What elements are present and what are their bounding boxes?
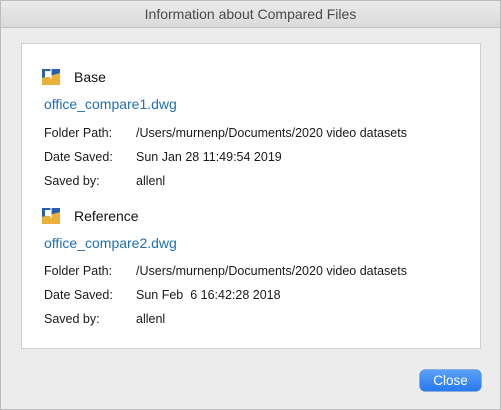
reference-section-header: Reference — [42, 206, 139, 226]
reference-file-link[interactable]: office_compare2.dwg — [44, 235, 177, 251]
close-button[interactable]: Close — [420, 370, 481, 391]
folder-path-value: /Users/murnenp/Documents/2020 video data… — [136, 264, 407, 278]
saved-by-value: allenl — [136, 312, 166, 326]
reference-folder-row: Folder Path: /Users/murnenp/Documents/202… — [44, 263, 407, 279]
saved-by-label: Saved by: — [44, 174, 100, 188]
window-title: Information about Compared Files — [1, 1, 500, 28]
saved-by-label: Saved by: — [44, 312, 100, 326]
base-heading: Base — [74, 69, 106, 85]
base-file-link[interactable]: office_compare1.dwg — [44, 96, 177, 112]
dialog-window: Information about Compared Files Base of… — [0, 0, 501, 410]
base-section-header: Base — [42, 67, 106, 87]
base-saved-by-row: Saved by: allenl — [44, 173, 165, 189]
dwg-file-icon — [42, 69, 60, 85]
dwg-file-icon — [42, 208, 60, 224]
saved-by-value: allenl — [136, 174, 166, 188]
date-saved-value: Sun Feb 6 16:42:28 2018 — [136, 288, 281, 302]
folder-path-label: Folder Path: — [44, 126, 113, 140]
base-folder-row: Folder Path: /Users/murnenp/Documents/202… — [44, 125, 407, 141]
date-saved-label: Date Saved: — [44, 150, 113, 164]
reference-saved-by-row: Saved by: allenl — [44, 311, 165, 327]
info-panel: Base office_compare1.dwg Folder Path: /Us… — [21, 43, 481, 349]
folder-path-value: /Users/murnenp/Documents/2020 video data… — [136, 126, 407, 140]
date-saved-label: Date Saved: — [44, 288, 113, 302]
reference-heading: Reference — [74, 208, 139, 224]
reference-date-row: Date Saved: Sun Feb 6 16:42:28 2018 — [44, 287, 281, 303]
date-saved-value: Sun Jan 28 11:49:54 2019 — [136, 150, 282, 164]
base-date-row: Date Saved: Sun Jan 28 11:49:54 2019 — [44, 149, 282, 165]
folder-path-label: Folder Path: — [44, 264, 113, 278]
